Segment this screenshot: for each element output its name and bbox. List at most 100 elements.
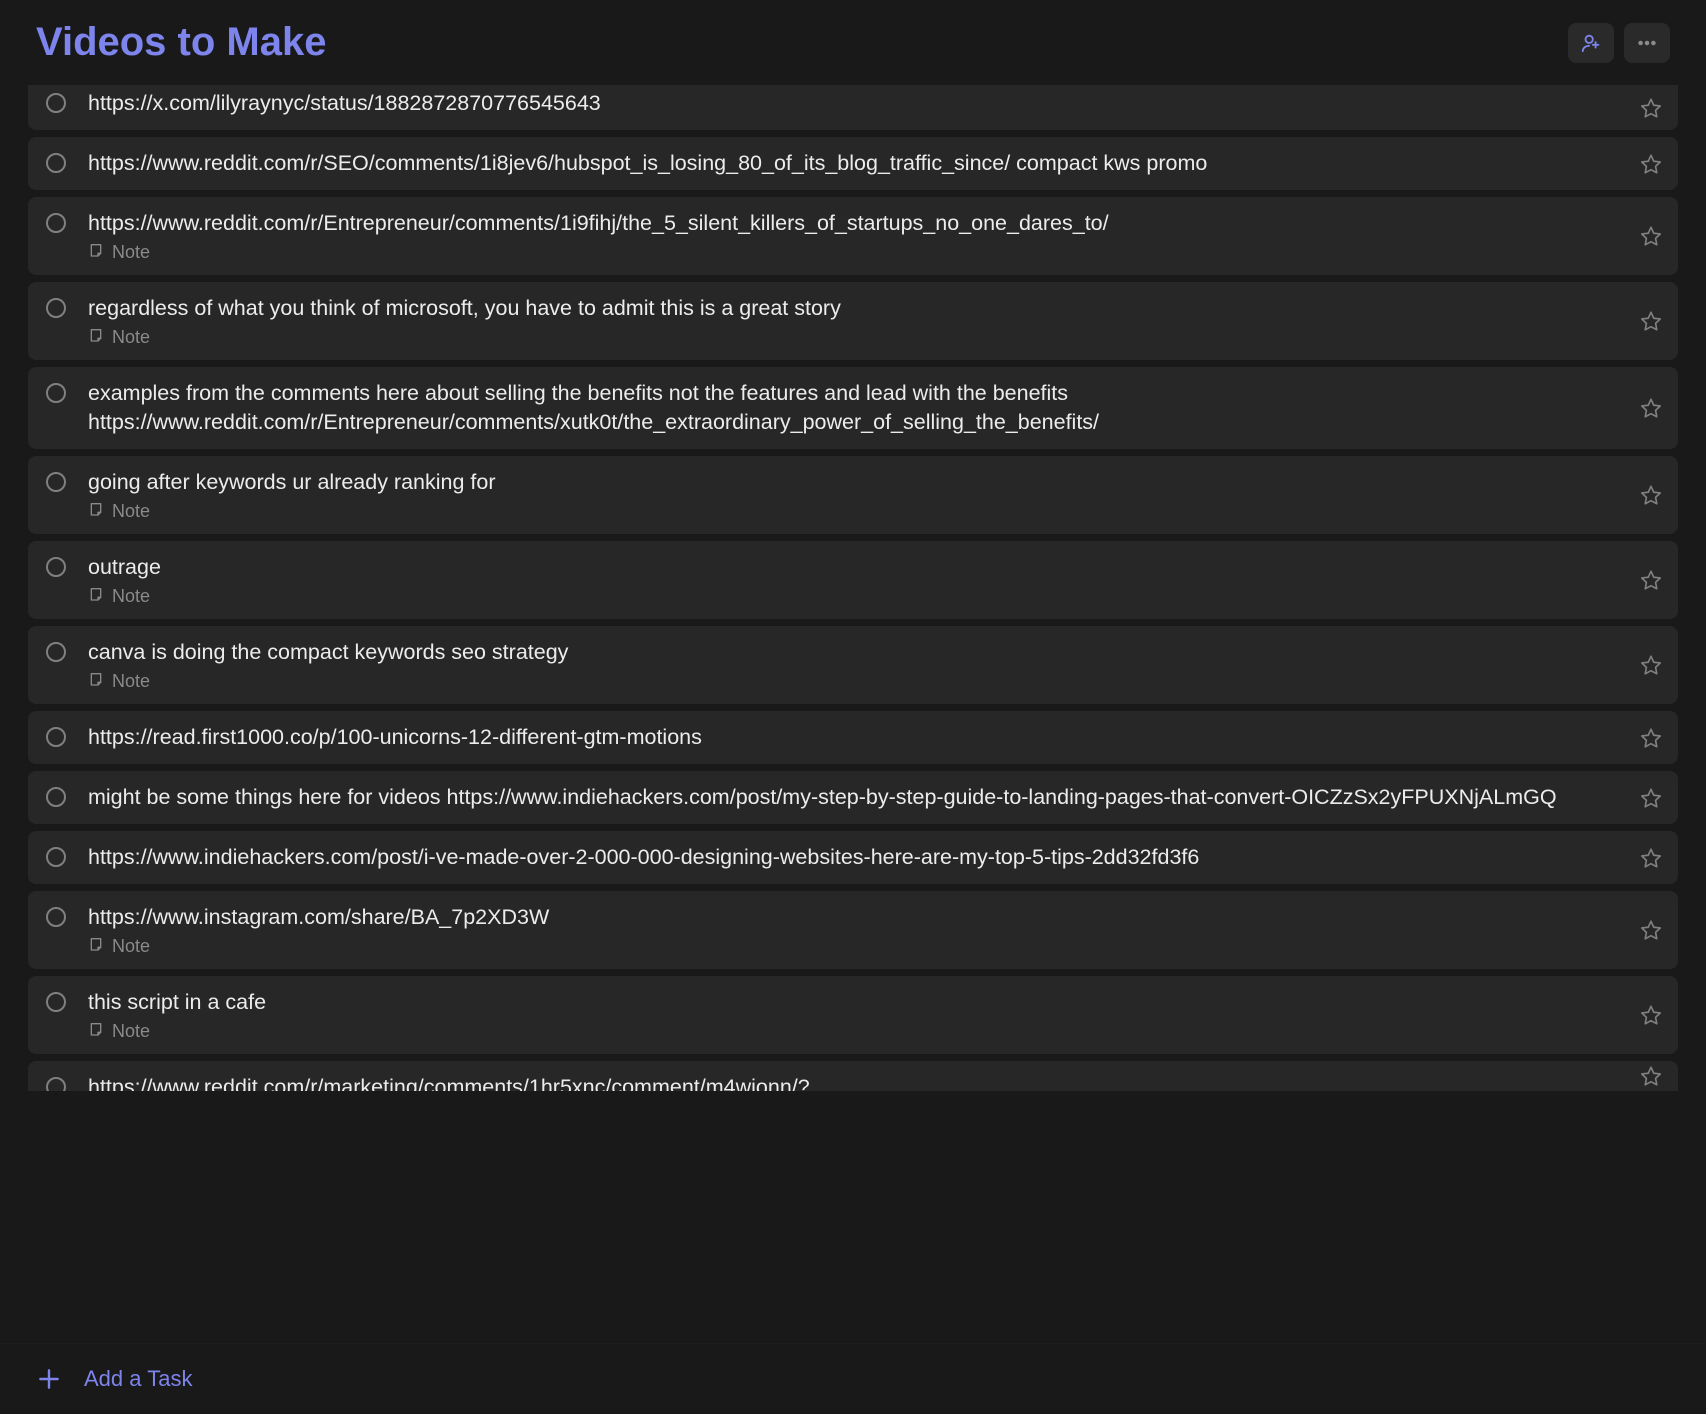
task-content: going after keywords ur already ranking … xyxy=(88,468,1660,522)
star-icon xyxy=(1640,1004,1662,1026)
note-icon xyxy=(88,501,104,522)
note-icon xyxy=(88,586,104,607)
task-content: regardless of what you think of microsof… xyxy=(88,294,1660,348)
star-button[interactable] xyxy=(1640,569,1662,591)
star-icon xyxy=(1640,1065,1662,1087)
task-checkbox[interactable] xyxy=(46,1077,66,1091)
header: Videos to Make xyxy=(0,0,1706,85)
task-text: might be some things here for videos htt… xyxy=(88,783,1624,812)
note-label: Note xyxy=(112,327,150,348)
task-checkbox[interactable] xyxy=(46,557,66,577)
task-row[interactable]: going after keywords ur already ranking … xyxy=(28,456,1678,534)
star-button[interactable] xyxy=(1640,727,1662,749)
task-row[interactable]: this script in a cafe Note xyxy=(28,976,1678,1054)
task-checkbox[interactable] xyxy=(46,992,66,1012)
task-note-indicator[interactable]: Note xyxy=(88,1021,1624,1042)
star-icon xyxy=(1640,225,1662,247)
task-text: examples from the comments here about se… xyxy=(88,379,1624,437)
task-text: going after keywords ur already ranking … xyxy=(88,468,1624,497)
task-note-indicator[interactable]: Note xyxy=(88,501,1624,522)
task-row[interactable]: examples from the comments here about se… xyxy=(28,367,1678,449)
task-text: https://www.reddit.com/r/SEO/comments/1i… xyxy=(88,149,1624,178)
task-row[interactable]: https://read.first1000.co/p/100-unicorns… xyxy=(28,711,1678,764)
task-row[interactable]: canva is doing the compact keywords seo … xyxy=(28,626,1678,704)
star-button[interactable] xyxy=(1640,919,1662,941)
task-content: might be some things here for videos htt… xyxy=(88,783,1660,812)
task-text: https://www.instagram.com/share/BA_7p2XD… xyxy=(88,903,1624,932)
task-checkbox[interactable] xyxy=(46,153,66,173)
task-content: https://www.instagram.com/share/BA_7p2XD… xyxy=(88,903,1660,957)
page-title: Videos to Make xyxy=(36,20,326,65)
task-row[interactable]: https://www.indiehackers.com/post/i-ve-m… xyxy=(28,831,1678,884)
task-note-indicator[interactable]: Note xyxy=(88,936,1624,957)
task-text: canva is doing the compact keywords seo … xyxy=(88,638,1624,667)
star-button[interactable] xyxy=(1640,225,1662,247)
task-checkbox[interactable] xyxy=(46,847,66,867)
task-row[interactable]: https://x.com/lilyraynyc/status/18828728… xyxy=(28,85,1678,130)
star-button[interactable] xyxy=(1640,654,1662,676)
plus-icon xyxy=(36,1366,62,1392)
task-note-indicator[interactable]: Note xyxy=(88,242,1624,263)
task-row[interactable]: regardless of what you think of microsof… xyxy=(28,282,1678,360)
note-label: Note xyxy=(112,936,150,957)
task-note-indicator[interactable]: Note xyxy=(88,327,1624,348)
task-text: this script in a cafe xyxy=(88,988,1624,1017)
task-checkbox[interactable] xyxy=(46,472,66,492)
task-content: outrage Note xyxy=(88,553,1660,607)
add-task-label: Add a Task xyxy=(84,1366,192,1392)
task-checkbox[interactable] xyxy=(46,213,66,233)
task-checkbox[interactable] xyxy=(46,727,66,747)
more-button[interactable] xyxy=(1624,23,1670,63)
task-checkbox[interactable] xyxy=(46,642,66,662)
star-icon xyxy=(1640,919,1662,941)
task-content: this script in a cafe Note xyxy=(88,988,1660,1042)
task-checkbox[interactable] xyxy=(46,787,66,807)
note-label: Note xyxy=(112,242,150,263)
share-button[interactable] xyxy=(1568,23,1614,63)
star-button[interactable] xyxy=(1640,310,1662,332)
note-label: Note xyxy=(112,1021,150,1042)
star-icon xyxy=(1640,97,1662,119)
note-label: Note xyxy=(112,586,150,607)
task-list[interactable]: https://x.com/lilyraynyc/status/18828728… xyxy=(0,85,1706,1343)
star-button[interactable] xyxy=(1640,97,1662,119)
task-row[interactable]: https://www.reddit.com/r/marketing/comme… xyxy=(28,1061,1678,1091)
task-row[interactable]: https://www.instagram.com/share/BA_7p2XD… xyxy=(28,891,1678,969)
star-icon xyxy=(1640,153,1662,175)
star-button[interactable] xyxy=(1640,397,1662,419)
task-row[interactable]: https://www.reddit.com/r/Entrepreneur/co… xyxy=(28,197,1678,275)
star-button[interactable] xyxy=(1640,1004,1662,1026)
star-button[interactable] xyxy=(1640,787,1662,809)
task-text: outrage xyxy=(88,553,1624,582)
task-content: https://read.first1000.co/p/100-unicorns… xyxy=(88,723,1660,752)
ellipsis-icon xyxy=(1636,32,1658,54)
task-checkbox[interactable] xyxy=(46,298,66,318)
star-button[interactable] xyxy=(1640,484,1662,506)
task-note-indicator[interactable]: Note xyxy=(88,671,1624,692)
add-task-bar[interactable]: Add a Task xyxy=(0,1343,1706,1414)
task-content: https://www.reddit.com/r/Entrepreneur/co… xyxy=(88,209,1660,263)
task-content: https://www.reddit.com/r/marketing/comme… xyxy=(88,1073,1660,1091)
task-content: examples from the comments here about se… xyxy=(88,379,1660,437)
star-button[interactable] xyxy=(1640,1065,1662,1087)
task-checkbox[interactable] xyxy=(46,383,66,403)
header-actions xyxy=(1568,23,1670,63)
task-row[interactable]: https://www.reddit.com/r/SEO/comments/1i… xyxy=(28,137,1678,190)
task-text: https://x.com/lilyraynyc/status/18828728… xyxy=(88,89,1624,118)
note-label: Note xyxy=(112,501,150,522)
star-button[interactable] xyxy=(1640,153,1662,175)
task-row[interactable]: might be some things here for videos htt… xyxy=(28,771,1678,824)
star-button[interactable] xyxy=(1640,847,1662,869)
task-checkbox[interactable] xyxy=(46,93,66,113)
note-icon xyxy=(88,242,104,263)
task-note-indicator[interactable]: Note xyxy=(88,586,1624,607)
task-content: https://x.com/lilyraynyc/status/18828728… xyxy=(88,89,1660,118)
person-plus-icon xyxy=(1580,32,1602,54)
task-checkbox[interactable] xyxy=(46,907,66,927)
task-row[interactable]: outrage Note xyxy=(28,541,1678,619)
note-label: Note xyxy=(112,671,150,692)
note-icon xyxy=(88,671,104,692)
star-icon xyxy=(1640,569,1662,591)
star-icon xyxy=(1640,484,1662,506)
note-icon xyxy=(88,327,104,348)
